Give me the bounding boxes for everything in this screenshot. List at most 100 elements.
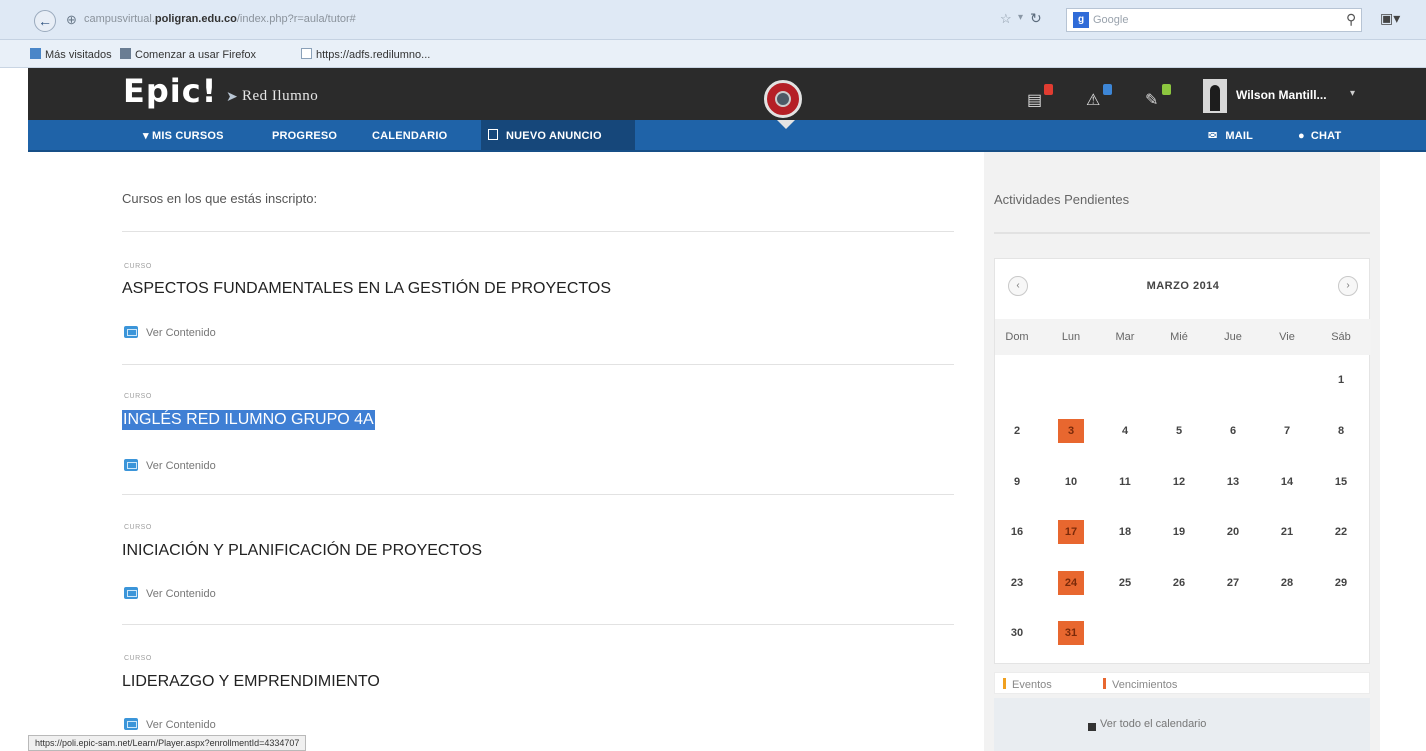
calendar-month: MARZO 2014 <box>1146 280 1220 292</box>
calendar-day[interactable]: 7 <box>1274 419 1300 443</box>
bookmark-label: Comenzar a usar Firefox <box>135 49 257 61</box>
calendar-day[interactable]: 20 <box>1220 520 1246 544</box>
content-icon <box>124 718 138 730</box>
calendar-day[interactable]: 14 <box>1274 470 1300 494</box>
announcement-icon <box>488 129 498 140</box>
nav-calendario[interactable]: CALENDARIO <box>372 120 447 152</box>
calendar-day[interactable]: 12 <box>1166 470 1192 494</box>
calendar-day[interactable]: 16 <box>1004 520 1030 544</box>
bookmark-star-icon[interactable]: ☆ <box>1000 11 1012 27</box>
calendar-day[interactable]: 5 <box>1166 419 1192 443</box>
search-placeholder: Google <box>1093 14 1129 26</box>
calendar-day[interactable]: 30 <box>1004 621 1030 645</box>
url-bar[interactable]: campusvirtual.poligran.edu.co/index.php?… <box>84 13 356 25</box>
calendar-day[interactable]: 4 <box>1112 419 1138 443</box>
course-type-label: CURSO <box>124 524 152 531</box>
calendar-day[interactable]: 28 <box>1274 571 1300 595</box>
calendar-day[interactable]: 26 <box>1166 571 1192 595</box>
university-emblem-icon[interactable] <box>764 80 802 118</box>
calendar-day[interactable]: 11 <box>1112 470 1138 494</box>
red-ilumno-logo-icon: ➤ <box>226 88 238 104</box>
nav-chat-label: CHAT <box>1310 130 1342 142</box>
calendar-day[interactable]: 6 <box>1220 419 1246 443</box>
calendar-day[interactable]: 13 <box>1220 470 1246 494</box>
firefox-icon <box>120 48 131 59</box>
epic-logo[interactable]: Epic! <box>123 72 217 110</box>
alerts-icon[interactable]: ⚠ <box>1086 84 1112 109</box>
calendar-weekday: Mié <box>1170 331 1188 343</box>
reload-icon[interactable]: ↻ <box>1030 10 1042 27</box>
calendar-day[interactable]: 24 <box>1058 571 1084 595</box>
url-domain: poligran.edu.co <box>154 13 237 25</box>
view-content-label: Ver Contenido <box>146 719 216 731</box>
bookmark-firefox[interactable]: Comenzar a usar Firefox <box>120 48 256 61</box>
calendar-day[interactable]: 15 <box>1328 470 1354 494</box>
calendar-day[interactable]: 31 <box>1058 621 1084 645</box>
calendar-day[interactable]: 29 <box>1328 571 1354 595</box>
bookmark-most-visited[interactable]: Más visitados <box>30 48 112 61</box>
bookmark-adfs[interactable]: https://adfs.redilumno... <box>301 48 430 61</box>
legend-color <box>1003 678 1006 689</box>
nav-nuevo-anuncio[interactable]: NUEVO ANUNCIO <box>488 120 602 152</box>
calendar-day[interactable]: 1 <box>1328 368 1354 392</box>
back-arrow-icon[interactable]: ← <box>34 10 56 32</box>
course-list: Cursos en los que estás inscripto: CURSO… <box>122 152 962 751</box>
calendar-day[interactable]: 21 <box>1274 520 1300 544</box>
nav-mis-cursos[interactable]: ▾ MIS CURSOS <box>143 120 224 152</box>
nav-nuevo-anuncio-label: NUEVO ANUNCIO <box>506 130 602 142</box>
calendar-day[interactable]: 17 <box>1058 520 1084 544</box>
calendar-day[interactable]: 22 <box>1328 520 1354 544</box>
content-icon <box>124 326 138 338</box>
course-title[interactable]: INGLÉS RED ILUMNO GRUPO 4A <box>122 410 375 430</box>
calendar-weekday: Lun <box>1061 331 1081 343</box>
view-content-link[interactable]: Ver Contenido <box>124 718 216 731</box>
tasks-icon[interactable]: ✎ <box>1145 84 1171 109</box>
search-engine-icon[interactable]: g <box>1073 12 1089 28</box>
search-input[interactable]: g Google <box>1066 8 1362 32</box>
calendar-day[interactable]: 2 <box>1004 419 1030 443</box>
history-dropdown-icon[interactable]: ▾ <box>1018 12 1023 23</box>
messages-badge <box>1044 84 1053 95</box>
nav-progreso[interactable]: PROGRESO <box>272 120 337 152</box>
view-content-link[interactable]: Ver Contenido <box>124 459 216 472</box>
calendar-day[interactable]: 8 <box>1328 419 1354 443</box>
menu-icon[interactable]: ▣▾ <box>1380 10 1400 27</box>
messages-icon[interactable]: ▤ <box>1027 84 1053 109</box>
alerts-badge <box>1103 84 1112 95</box>
course-type-label: CURSO <box>124 263 152 270</box>
legend-label: Eventos <box>1012 679 1052 691</box>
nav-mail[interactable]: ✉ MAIL <box>1208 120 1253 152</box>
divider <box>122 624 954 625</box>
calendar-day[interactable]: 25 <box>1112 571 1138 595</box>
calendar-weekday: Sáb <box>1331 331 1351 343</box>
see-all-calendar-link[interactable]: Ver todo el calendario <box>994 698 1370 751</box>
divider <box>122 364 954 365</box>
divider <box>994 232 1370 234</box>
search-icon[interactable]: ⚲ <box>1346 11 1356 28</box>
calendar-weekday: Mar <box>1115 331 1135 343</box>
calendar-next-icon[interactable]: › <box>1338 276 1358 296</box>
nav-chat[interactable]: ● CHAT <box>1298 120 1341 152</box>
calendar-day[interactable]: 9 <box>1004 470 1030 494</box>
view-content-link[interactable]: Ver Contenido <box>124 587 216 600</box>
user-menu-chevron-down-icon[interactable]: ▾ <box>1350 88 1355 99</box>
calendar-day[interactable]: 3 <box>1058 419 1084 443</box>
avatar[interactable] <box>1203 79 1227 113</box>
view-content-link[interactable]: Ver Contenido <box>124 326 216 339</box>
calendar-day[interactable]: 23 <box>1004 571 1030 595</box>
course-title[interactable]: LIDERAZGO Y EMPRENDIMIENTO <box>122 673 380 691</box>
header-toggle-chevron-down-icon[interactable] <box>777 120 795 129</box>
site-identity-icon[interactable]: ⊕ <box>66 12 77 28</box>
calendar-day[interactable]: 10 <box>1058 470 1084 494</box>
calendar-weekday-header: Dom Lun Mar Mié Jue Vie Sáb <box>995 319 1371 355</box>
calendar-day[interactable]: 19 <box>1166 520 1192 544</box>
app-header: Epic! ➤ Red Ilumno ▤ ⚠ ✎ Wilson Mantill.… <box>28 68 1426 120</box>
calendar-day[interactable]: 27 <box>1220 571 1246 595</box>
nav-mail-label: MAIL <box>1225 130 1254 142</box>
calendar-day[interactable]: 18 <box>1112 520 1138 544</box>
user-name[interactable]: Wilson Mantill... <box>1236 88 1327 102</box>
course-title[interactable]: INICIACIÓN Y PLANIFICACIÓN DE PROYECTOS <box>122 542 482 560</box>
page: ← ⊕ campusvirtual.poligran.edu.co/index.… <box>0 0 1426 751</box>
divider <box>122 231 954 232</box>
course-title[interactable]: ASPECTOS FUNDAMENTALES EN LA GESTIÓN DE … <box>122 280 611 298</box>
